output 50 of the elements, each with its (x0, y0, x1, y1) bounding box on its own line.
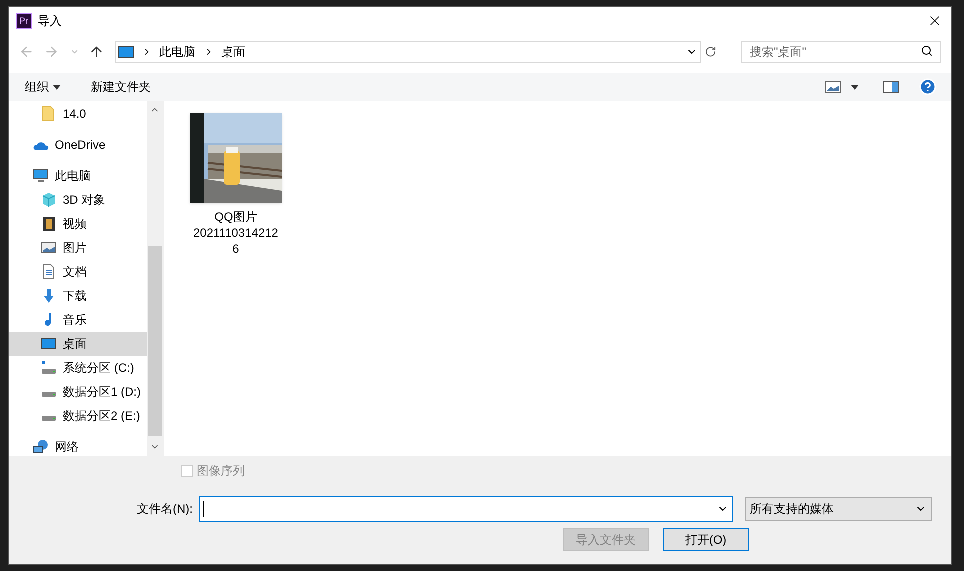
folder-icon (41, 106, 57, 122)
down-arrow-icon (41, 288, 57, 304)
search-field[interactable]: 搜索"桌面" (740, 41, 941, 63)
sidebar-item[interactable]: OneDrive (9, 133, 147, 157)
help-icon[interactable] (919, 78, 937, 96)
cube-icon (41, 192, 57, 208)
sidebar-item[interactable]: 此电脑 (9, 164, 147, 188)
open-button[interactable]: 打开(O) (663, 528, 749, 551)
sidebar-item[interactable]: 14.0 (9, 102, 147, 126)
new-folder-button[interactable]: 新建文件夹 (91, 78, 151, 96)
file-name-label: 文件名(N): (137, 501, 193, 518)
refresh-icon[interactable] (705, 46, 717, 58)
drive-icon (42, 416, 56, 421)
breadcrumb-item[interactable]: 桌面 (222, 43, 246, 61)
sidebar-item[interactable]: 文档 (9, 260, 147, 284)
desktop-icon (41, 336, 57, 352)
monitor-icon (33, 168, 49, 184)
image-icon (41, 240, 57, 256)
sidebar-item[interactable]: 下载 (9, 284, 147, 308)
app-badge: Pr (16, 13, 32, 29)
sidebar-item[interactable]: 网络 (9, 435, 147, 456)
sidebar-item[interactable]: 数据分区1 (D:) (9, 380, 147, 404)
caret-icon (53, 84, 61, 90)
file-item[interactable]: QQ图片 2021110314212 6 (188, 113, 284, 456)
caret-icon[interactable] (851, 84, 859, 90)
film-icon (41, 216, 57, 232)
drive-icon (42, 392, 56, 397)
sidebar-item[interactable]: 视频 (9, 212, 147, 236)
text-cursor (203, 501, 204, 517)
organize-menu-button[interactable]: 组织 (25, 78, 61, 96)
network-icon (33, 439, 49, 455)
sidebar-item[interactable]: 3D 对象 (9, 188, 147, 212)
document-icon (41, 264, 57, 280)
music-note-icon (45, 313, 51, 326)
sidebar-item[interactable]: 数据分区2 (E:) (9, 404, 147, 428)
address-bar[interactable]: 此电脑 桌面 (114, 41, 702, 63)
file-name-field[interactable] (199, 496, 733, 522)
sidebar-item[interactable]: 音乐 (9, 308, 147, 332)
sidebar-item[interactable]: 图片 (9, 236, 147, 260)
sidebar-item[interactable]: 系统分区 (C:) (9, 356, 147, 380)
scrollbar[interactable] (147, 101, 163, 456)
desktop-icon (118, 45, 134, 59)
window-title: 导入 (38, 13, 62, 30)
view-icon[interactable] (825, 81, 841, 93)
breadcrumb-item[interactable]: 此电脑 (160, 43, 196, 61)
drive-icon (41, 360, 57, 376)
search-icon (920, 45, 933, 57)
sidebar-item[interactable]: 桌面 (9, 332, 147, 356)
file-type-select[interactable]: 所有支持的媒体 (745, 497, 932, 521)
preview-pane-icon[interactable] (883, 81, 899, 93)
